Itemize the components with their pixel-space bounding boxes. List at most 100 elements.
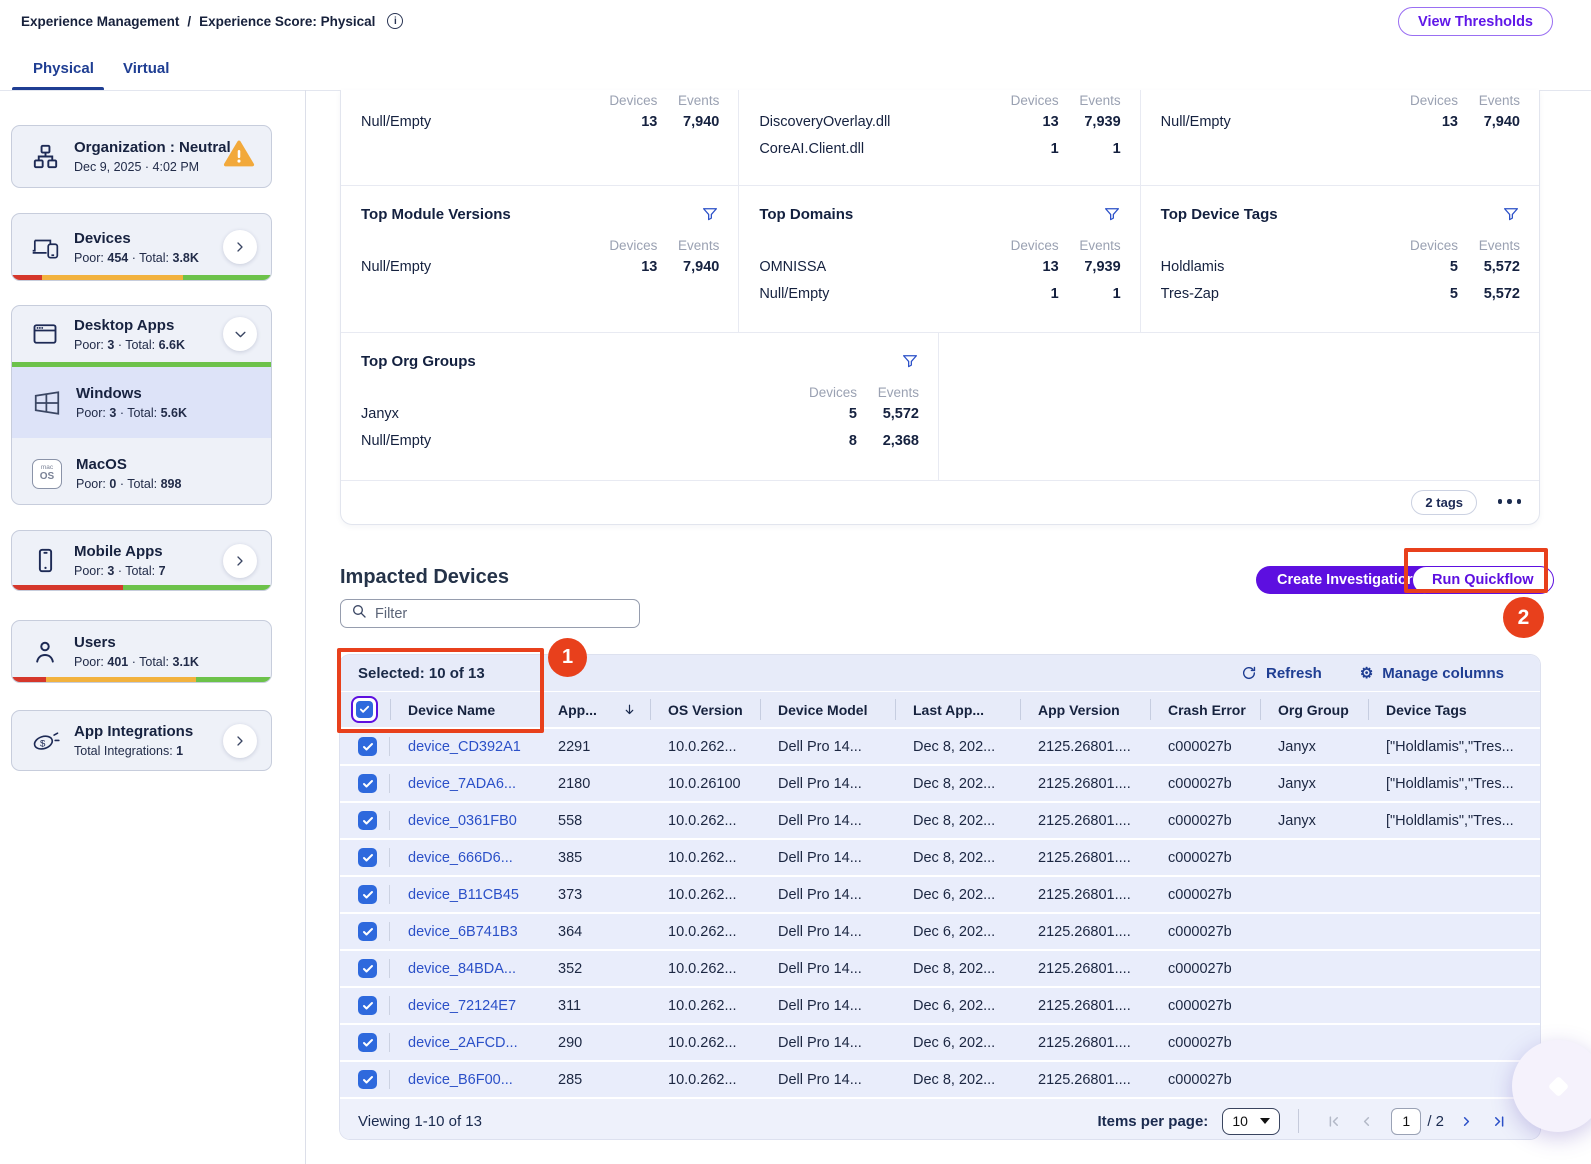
filter-icon[interactable]	[1502, 205, 1520, 223]
column-header-device-tags[interactable]: Device Tags	[1368, 692, 1540, 727]
column-header-crash-error[interactable]: Crash Error	[1150, 692, 1260, 727]
table-row[interactable]: device_B11CB45 373 10.0.262... Dell Pro …	[340, 875, 1540, 912]
first-page-button[interactable]	[1326, 1114, 1341, 1129]
table-row[interactable]: device_666D6... 385 10.0.262... Dell Pro…	[340, 838, 1540, 875]
row-checkbox[interactable]	[358, 959, 377, 978]
breadcrumb-experience-management[interactable]: Experience Management	[21, 14, 179, 29]
panel-row: Null/Empty137,940	[1161, 108, 1520, 135]
organization-timestamp: Dec 9, 2025 · 4:02 PM	[74, 160, 207, 174]
sidebar-item-macos[interactable]: macOS MacOS Poor: 0 · Total: 898	[12, 438, 271, 505]
column-header-app-version[interactable]: App Version	[1020, 692, 1150, 727]
cell-app-version: 2125.26801....	[1020, 1062, 1150, 1097]
app-integrations-card[interactable]: $ App Integrations Total Integrations: 1	[11, 710, 272, 771]
selected-count: Selected: 10 of 13	[358, 665, 1241, 682]
row-checkbox[interactable]	[358, 1033, 377, 1052]
next-page-button[interactable]	[1459, 1114, 1474, 1129]
row-checkbox[interactable]	[358, 774, 377, 793]
cell-os-version: 10.0.262...	[650, 988, 760, 1023]
chevron-right-icon[interactable]	[223, 544, 257, 578]
page-total: / 2	[1427, 1113, 1444, 1130]
manage-columns-button[interactable]: ⚙ Manage columns	[1360, 665, 1504, 682]
last-page-button[interactable]	[1492, 1114, 1507, 1129]
filter-icon[interactable]	[701, 205, 719, 223]
sidebar-item-windows[interactable]: Windows Poor: 3 · Total: 5.6K	[12, 367, 271, 438]
device-name-link[interactable]: device_84BDA...	[408, 961, 516, 977]
filter-field[interactable]	[340, 599, 640, 628]
device-name-link[interactable]: device_72124E7	[408, 998, 516, 1014]
device-name-link[interactable]: device_6B741B3	[408, 924, 518, 940]
row-checkbox[interactable]	[358, 885, 377, 904]
organization-card[interactable]: Organization : Neutral Dec 9, 2025 · 4:0…	[11, 125, 272, 188]
column-header-device-model[interactable]: Device Model	[760, 692, 895, 727]
users-title: Users	[74, 634, 116, 651]
device-name-link[interactable]: device_666D6...	[408, 850, 513, 866]
panel-title: Top Module Versions	[361, 206, 701, 223]
info-icon[interactable]: i	[387, 13, 403, 29]
table-row[interactable]: device_2AFCD... 290 10.0.262... Dell Pro…	[340, 1023, 1540, 1060]
filter-icon[interactable]	[901, 352, 919, 370]
cell-crash-error: c000027b	[1150, 914, 1260, 949]
device-name-link[interactable]: device_2AFCD...	[408, 1035, 518, 1051]
column-header-org-group[interactable]: Org Group	[1260, 692, 1368, 727]
breadcrumb-separator: /	[187, 14, 191, 29]
device-name-link[interactable]: device_0361FB0	[408, 813, 517, 829]
row-checkbox[interactable]	[358, 737, 377, 756]
filter-icon[interactable]	[1103, 205, 1121, 223]
column-header-last-app[interactable]: Last App...	[895, 692, 1020, 727]
row-checkbox[interactable]	[358, 811, 377, 830]
filter-input[interactable]	[375, 606, 629, 622]
cell-app-count: 385	[540, 840, 650, 875]
cell-device-tags	[1368, 951, 1540, 986]
cell-org-group: Janyx	[1260, 766, 1368, 801]
row-checkbox[interactable]	[358, 1070, 377, 1089]
table-row[interactable]: device_6B741B3 364 10.0.262... Dell Pro …	[340, 912, 1540, 949]
mobile-apps-title: Mobile Apps	[74, 543, 163, 560]
items-per-page-select[interactable]: 10	[1222, 1108, 1280, 1135]
previous-page-button[interactable]	[1359, 1114, 1374, 1129]
tab-physical[interactable]: Physical	[33, 60, 94, 77]
desktop-apps-header[interactable]: Desktop Apps Poor: 3 · Total: 6.6K	[12, 306, 271, 362]
device-name-link[interactable]: device_B11CB45	[408, 887, 519, 903]
table-row[interactable]: device_72124E7 311 10.0.262... Dell Pro …	[340, 986, 1540, 1023]
tags-button[interactable]: 2 tags	[1411, 490, 1477, 515]
impacted-devices-title: Impacted Devices	[340, 566, 509, 589]
table-row[interactable]: device_84BDA... 352 10.0.262... Dell Pro…	[340, 949, 1540, 986]
column-header-app[interactable]: App...	[540, 692, 650, 727]
select-all-checkbox[interactable]	[351, 696, 378, 723]
device-name-link[interactable]: device_B6F00...	[408, 1072, 513, 1088]
cell-app-count: 2291	[540, 729, 650, 764]
refresh-button[interactable]: Refresh	[1241, 665, 1322, 682]
chevron-down-icon[interactable]	[223, 317, 257, 351]
table-row[interactable]: device_0361FB0 558 10.0.262... Dell Pro …	[340, 801, 1540, 838]
mobile-apps-card[interactable]: Mobile Apps Poor: 3 · Total: 7	[11, 530, 272, 591]
cell-crash-error: c000027b	[1150, 1062, 1260, 1097]
row-checkbox[interactable]	[358, 996, 377, 1015]
cell-org-group	[1260, 1062, 1368, 1097]
row-checkbox[interactable]	[358, 922, 377, 941]
devices-card[interactable]: Devices Poor: 454 · Total: 3.8K	[11, 213, 272, 281]
table-row[interactable]: device_7ADA6... 2180 10.0.26100 Dell Pro…	[340, 764, 1540, 801]
column-header-os-version[interactable]: OS Version	[650, 692, 760, 727]
view-thresholds-button[interactable]: View Thresholds	[1398, 7, 1553, 36]
chevron-right-icon[interactable]	[223, 230, 257, 264]
column-header-device-name[interactable]: Device Name	[390, 692, 540, 727]
sort-descending-icon[interactable]	[623, 702, 636, 717]
run-quickflow-button[interactable]: Run Quickflow	[1412, 566, 1554, 594]
chevron-right-icon[interactable]	[223, 724, 257, 758]
table-row[interactable]: device_B6F00... 285 10.0.262... Dell Pro…	[340, 1060, 1540, 1097]
devices-icon	[30, 234, 60, 261]
cell-device-model: Dell Pro 14...	[760, 729, 895, 764]
table-row[interactable]: device_CD392A1 2291 10.0.262... Dell Pro…	[340, 727, 1540, 764]
cell-org-group: Janyx	[1260, 729, 1368, 764]
create-investigation-button[interactable]: Create Investigation	[1256, 566, 1437, 594]
device-name-link[interactable]: device_CD392A1	[408, 739, 521, 755]
cell-os-version: 10.0.262...	[650, 803, 760, 838]
ellipsis-icon[interactable]	[1498, 499, 1522, 504]
tab-virtual[interactable]: Virtual	[123, 60, 169, 77]
users-card[interactable]: Users Poor: 401 · Total: 3.1K	[11, 620, 272, 683]
row-checkbox[interactable]	[358, 848, 377, 867]
device-name-link[interactable]: device_7ADA6...	[408, 776, 516, 792]
page-input[interactable]: 1	[1391, 1108, 1421, 1135]
cell-device-tags	[1368, 840, 1540, 875]
cell-last-app: Dec 8, 202...	[895, 840, 1020, 875]
